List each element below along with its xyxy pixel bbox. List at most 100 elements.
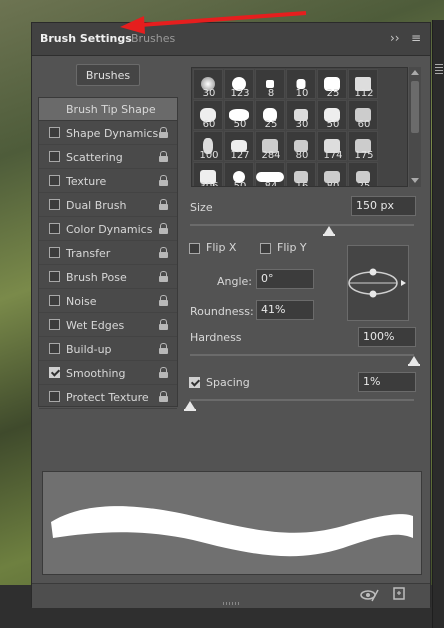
option-label: Scattering xyxy=(66,151,123,164)
option-checkbox[interactable] xyxy=(49,271,60,282)
size-label: Size xyxy=(190,201,213,214)
hardness-slider-thumb[interactable] xyxy=(408,356,420,366)
option-label: Transfer xyxy=(66,247,111,260)
roundness-field[interactable]: 41% xyxy=(256,300,314,320)
brushes-button[interactable]: Brushes xyxy=(76,64,140,86)
brush-grid-scrollbar[interactable] xyxy=(409,67,421,187)
list-item-label: Brush Tip Shape xyxy=(66,103,156,116)
option-checkbox[interactable] xyxy=(49,295,60,306)
brush-tip-cell[interactable]: 10 xyxy=(286,69,316,99)
brush-tip-cell[interactable]: 50 xyxy=(224,162,254,186)
brush-tip-cell[interactable]: 50 xyxy=(224,100,254,130)
brush-tip-cell[interactable]: 25 xyxy=(255,100,285,130)
size-slider-thumb[interactable] xyxy=(323,226,335,236)
lock-icon[interactable] xyxy=(159,127,168,138)
brush-size-label: 10 xyxy=(295,88,309,99)
brush-tip-cell[interactable]: 306 xyxy=(193,162,223,187)
scroll-thumb[interactable] xyxy=(411,81,419,133)
option-checkbox[interactable] xyxy=(49,319,60,330)
list-item-option[interactable]: Color Dynamics xyxy=(39,218,177,241)
double-chevron-icon[interactable]: ›› xyxy=(390,31,400,45)
list-item-option[interactable]: Transfer xyxy=(39,242,177,265)
brush-tip-cell[interactable]: 25 xyxy=(348,162,378,187)
panel-resize-grip[interactable] xyxy=(223,602,241,605)
dock-menu-icon[interactable] xyxy=(435,64,443,74)
lock-icon[interactable] xyxy=(159,319,168,330)
flip-y-checkbox[interactable] xyxy=(260,243,271,254)
brush-size-label: 25 xyxy=(357,181,371,187)
brush-size-label: 306 xyxy=(199,181,219,187)
brush-tip-cell[interactable]: 127 xyxy=(224,131,254,161)
list-item-option[interactable]: Noise xyxy=(39,290,177,313)
brush-tip-cell[interactable]: 112 xyxy=(348,69,378,99)
list-item-option[interactable]: Build-up xyxy=(39,338,177,361)
angle-ellipse-icon[interactable] xyxy=(348,246,408,320)
brush-tip-cell[interactable]: 30 xyxy=(286,100,316,130)
lock-icon[interactable] xyxy=(159,247,168,258)
option-label: Dual Brush xyxy=(66,199,127,212)
list-item-option[interactable]: Wet Edges xyxy=(39,314,177,337)
lock-icon[interactable] xyxy=(159,175,168,186)
brush-tip-cell[interactable]: 100 xyxy=(193,131,223,161)
lock-icon[interactable] xyxy=(159,367,168,378)
list-item-option[interactable]: Smoothing xyxy=(39,362,177,385)
brush-tip-cell[interactable]: 174 xyxy=(317,131,347,161)
option-label: Shape Dynamics xyxy=(66,127,159,140)
option-checkbox[interactable] xyxy=(49,367,60,378)
lock-icon[interactable] xyxy=(159,271,168,282)
flip-x-checkbox[interactable] xyxy=(189,243,200,254)
scroll-down-icon[interactable] xyxy=(411,178,419,183)
lock-icon[interactable] xyxy=(159,391,168,402)
create-new-brush-icon[interactable] xyxy=(392,587,406,602)
spacing-slider-track[interactable] xyxy=(190,399,414,401)
list-item-option[interactable]: Brush Pose xyxy=(39,266,177,289)
brush-tip-cell[interactable]: 123 xyxy=(224,69,254,99)
brush-tip-grid[interactable]: 30 123 8 10 25 112 60 50 25 30 50 60 100 127 284 80 174 1… xyxy=(191,67,408,187)
option-checkbox[interactable] xyxy=(49,247,60,258)
list-item-option[interactable]: Dual Brush xyxy=(39,194,177,217)
size-slider-track[interactable] xyxy=(190,224,414,226)
brush-tip-cell[interactable]: 80 xyxy=(286,131,316,161)
size-field[interactable]: 150 px xyxy=(351,196,416,216)
brush-tip-cell[interactable]: 25 xyxy=(317,69,347,99)
lock-icon[interactable] xyxy=(159,151,168,162)
brush-size-label: 80 xyxy=(326,181,340,187)
option-checkbox[interactable] xyxy=(49,127,60,138)
lock-icon[interactable] xyxy=(159,343,168,354)
option-checkbox[interactable] xyxy=(49,199,60,210)
list-item-option[interactable]: Scattering xyxy=(39,146,177,169)
hardness-slider-track[interactable] xyxy=(190,354,414,356)
brush-tip-cell[interactable]: 175 xyxy=(348,131,378,161)
brush-tip-cell[interactable]: 50 xyxy=(317,100,347,130)
brush-tip-cell[interactable]: 30 xyxy=(193,69,223,99)
brush-tip-cell[interactable]: 84 xyxy=(255,162,285,186)
lock-icon[interactable] xyxy=(159,295,168,306)
list-item-option[interactable]: Protect Texture xyxy=(39,386,177,409)
angle-roundness-widget[interactable] xyxy=(347,245,409,321)
brush-tip-cell[interactable]: 284 xyxy=(255,131,285,161)
list-item-option[interactable]: Shape Dynamics xyxy=(39,122,177,145)
brush-tip-cell[interactable]: 80 xyxy=(317,162,347,187)
option-checkbox[interactable] xyxy=(49,151,60,162)
spacing-checkbox[interactable] xyxy=(189,377,200,388)
toggle-preview-icon[interactable] xyxy=(360,588,380,602)
spacing-field[interactable]: 1% xyxy=(358,372,416,392)
annotation-red-arrow-icon xyxy=(120,11,307,34)
brush-tip-cell[interactable]: 60 xyxy=(193,100,223,130)
list-item-option[interactable]: Texture xyxy=(39,170,177,193)
spacing-slider-thumb[interactable] xyxy=(184,401,196,411)
option-checkbox[interactable] xyxy=(49,391,60,402)
option-checkbox[interactable] xyxy=(49,175,60,186)
option-checkbox[interactable] xyxy=(49,343,60,354)
hardness-field[interactable]: 100% xyxy=(358,327,416,347)
list-item-brush-tip-shape[interactable]: Brush Tip Shape xyxy=(39,98,177,121)
brush-tip-cell[interactable]: 60 xyxy=(348,100,378,130)
lock-icon[interactable] xyxy=(159,199,168,210)
brush-tip-cell[interactable]: 16 xyxy=(286,162,316,186)
brush-tip-cell[interactable]: 8 xyxy=(255,69,285,99)
angle-field[interactable]: 0° xyxy=(256,269,314,289)
option-checkbox[interactable] xyxy=(49,223,60,234)
scroll-up-icon[interactable] xyxy=(411,70,419,75)
menu-icon[interactable]: ≡ xyxy=(411,31,421,45)
lock-icon[interactable] xyxy=(159,223,168,234)
